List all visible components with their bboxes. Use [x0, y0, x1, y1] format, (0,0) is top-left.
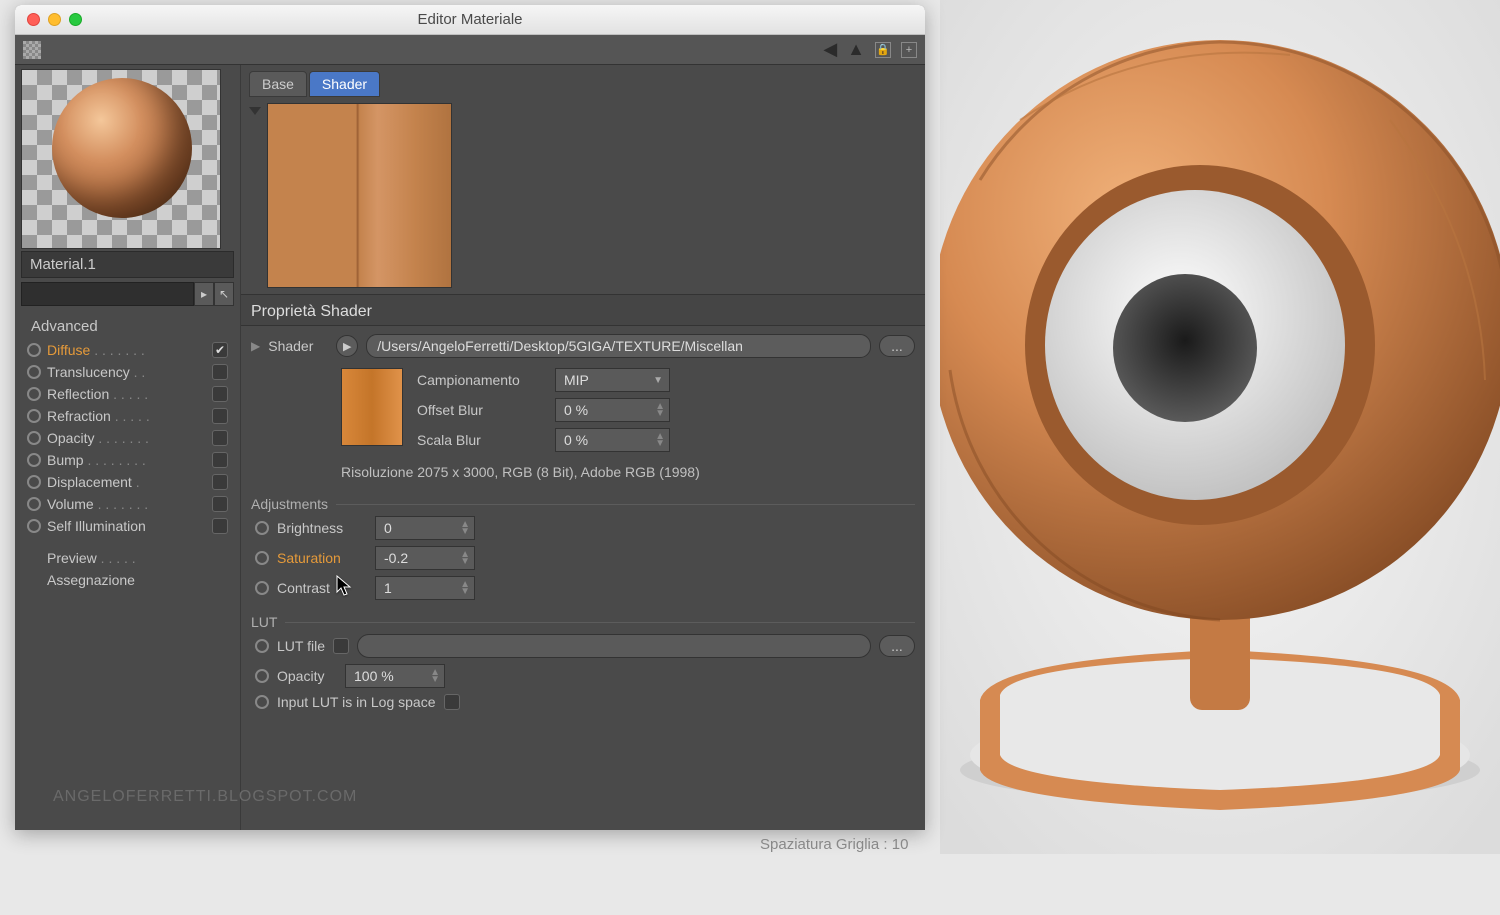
- advanced-header[interactable]: Advanced: [21, 314, 234, 339]
- translucency-checkbox[interactable]: [212, 364, 228, 380]
- lut-logspace-checkbox[interactable]: [444, 694, 460, 710]
- brightness-radio[interactable]: [255, 521, 269, 535]
- cursor-icon: [336, 575, 354, 599]
- lock-icon[interactable]: 🔒: [875, 42, 891, 58]
- opacity-checkbox[interactable]: [212, 430, 228, 446]
- offset-blur-label: Offset Blur: [417, 402, 547, 418]
- sampling-dropdown[interactable]: MIP▼: [555, 368, 670, 392]
- material-name-field[interactable]: Material.1: [21, 251, 234, 278]
- shader-browse-button[interactable]: ...: [879, 335, 915, 357]
- lut-group-label: LUT: [251, 614, 277, 630]
- saturation-radio[interactable]: [255, 551, 269, 565]
- shader-expand-icon[interactable]: ▶: [251, 339, 260, 353]
- brightness-row: Brightness 0▲▼: [251, 516, 915, 540]
- refraction-checkbox[interactable]: [212, 408, 228, 424]
- lut-opacity-radio[interactable]: [255, 669, 269, 683]
- channel-bump[interactable]: Bump . . . . . . . .: [21, 449, 234, 471]
- shader-label: Shader: [268, 338, 328, 354]
- sidebar-preview[interactable]: Preview . . . . .: [21, 547, 234, 569]
- material-editor-window: Editor Materiale ◀ ▲ 🔒 + Material.1 ▸ ↖ …: [15, 5, 925, 830]
- render-preview: [940, 0, 1500, 854]
- channel-diffuse[interactable]: Diffuse . . . . . . . ✔: [21, 339, 234, 361]
- brightness-field[interactable]: 0▲▼: [375, 516, 475, 540]
- reflection-checkbox[interactable]: [212, 386, 228, 402]
- bump-checkbox[interactable]: [212, 452, 228, 468]
- contrast-field[interactable]: 1▲▼: [375, 576, 475, 600]
- sidebar-assignment[interactable]: Assegnazione: [21, 569, 234, 591]
- channel-translucency[interactable]: Translucency . .: [21, 361, 234, 383]
- channel-displacement[interactable]: Displacement .: [21, 471, 234, 493]
- channel-opacity[interactable]: Opacity . . . . . . .: [21, 427, 234, 449]
- shader-path-field[interactable]: /Users/AngeloFerretti/Desktop/5GIGA/TEXT…: [366, 334, 871, 358]
- search-input[interactable]: [21, 282, 194, 306]
- channel-refraction[interactable]: Refraction . . . . .: [21, 405, 234, 427]
- preview-sphere: [52, 78, 192, 218]
- search-cursor-button[interactable]: ↖: [214, 282, 234, 306]
- nav-back-icon[interactable]: ◀: [823, 39, 837, 60]
- section-title: Proprietà Shader: [241, 294, 925, 326]
- channel-volume[interactable]: Volume . . . . . . .: [21, 493, 234, 515]
- search-dropdown-button[interactable]: ▸: [194, 282, 214, 306]
- saturation-row: Saturation -0.2▲▼: [251, 546, 915, 570]
- lut-opacity-field[interactable]: 100 %▲▼: [345, 664, 445, 688]
- sampling-label: Campionamento: [417, 372, 547, 388]
- titlebar: Editor Materiale: [15, 5, 925, 35]
- lut-file-path[interactable]: [357, 634, 871, 658]
- volume-checkbox[interactable]: [212, 496, 228, 512]
- channel-self-illumination[interactable]: Self Illumination: [21, 515, 234, 537]
- displacement-checkbox[interactable]: [212, 474, 228, 490]
- texture-preview[interactable]: [267, 103, 452, 288]
- adjustments-group-label: Adjustments: [251, 496, 328, 512]
- resolution-info: Risoluzione 2075 x 3000, RGB (8 Bit), Ad…: [251, 458, 915, 488]
- texture-grid-icon[interactable]: [23, 41, 41, 59]
- lut-logspace-radio[interactable]: [255, 695, 269, 709]
- shader-menu-button[interactable]: ▶: [336, 335, 358, 357]
- grid-spacing-hint: Spaziatura Griglia : 10: [760, 836, 908, 853]
- material-preview[interactable]: [21, 69, 221, 249]
- tab-base[interactable]: Base: [249, 71, 307, 97]
- scale-blur-field[interactable]: 0 %▲▼: [555, 428, 670, 452]
- collapse-toggle-icon[interactable]: [249, 107, 261, 115]
- add-icon[interactable]: +: [901, 42, 917, 58]
- window-title: Editor Materiale: [15, 11, 925, 28]
- nav-up-icon[interactable]: ▲: [847, 39, 865, 60]
- toolbar: ◀ ▲ 🔒 +: [15, 35, 925, 65]
- channel-reflection[interactable]: Reflection . . . . .: [21, 383, 234, 405]
- watermark: ANGELOFERRETTI.BLOGSPOT.COM: [53, 788, 357, 806]
- scale-blur-label: Scala Blur: [417, 432, 547, 448]
- diffuse-checkbox[interactable]: ✔: [212, 342, 228, 358]
- lut-file-radio[interactable]: [255, 639, 269, 653]
- contrast-radio[interactable]: [255, 581, 269, 595]
- tab-shader[interactable]: Shader: [309, 71, 380, 97]
- lut-file-checkbox[interactable]: [333, 638, 349, 654]
- sidebar: Material.1 ▸ ↖ Advanced Diffuse . . . . …: [15, 65, 240, 830]
- offset-blur-field[interactable]: 0 %▲▼: [555, 398, 670, 422]
- shader-thumbnail[interactable]: [341, 368, 403, 446]
- main-panel: Base Shader Proprietà Shader ▶ Shader ▶ …: [240, 65, 925, 830]
- lut-browse-button[interactable]: ...: [879, 635, 915, 657]
- self-illumination-checkbox[interactable]: [212, 518, 228, 534]
- saturation-field[interactable]: -0.2▲▼: [375, 546, 475, 570]
